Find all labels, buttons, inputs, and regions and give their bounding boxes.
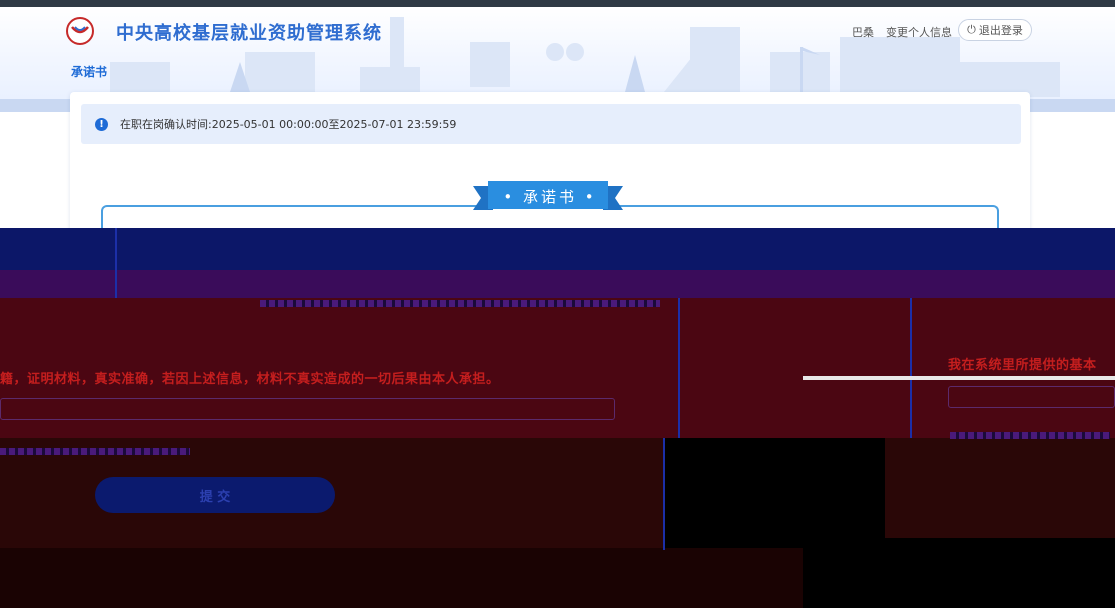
notice-text: 在职在岗确认时间:2025-05-01 00:00:00至2025-07-01 …: [120, 118, 457, 131]
date-field[interactable]: [948, 386, 1115, 408]
logout-button[interactable]: ⏻ 退出登录: [958, 19, 1032, 41]
university-emblem-icon: [66, 17, 94, 45]
power-icon: ⏻: [967, 23, 976, 36]
tab-commitment-letter[interactable]: 承诺书: [71, 63, 107, 80]
statement-text-left: 籍，证明材料，真实准确，若因上述信息，材料不真实造成的一切后果由本人承担。: [0, 372, 500, 387]
app-title: 中央高校基层就业资助管理系统: [116, 23, 382, 44]
signature-field[interactable]: [0, 398, 615, 420]
info-icon: !: [95, 117, 108, 131]
corrupted-render-region: 籍，证明材料，真实准确，若因上述信息，材料不真实造成的一切后果由本人承担。 我在…: [0, 228, 1115, 608]
logout-label: 退出登录: [978, 24, 1023, 37]
top-edge-bar: [0, 0, 1115, 7]
statement-text-right: 我在系统里所提供的基本: [948, 358, 1097, 373]
letter-title: • 承诺书 •: [503, 187, 597, 206]
bottom-edge: [803, 376, 1115, 380]
user-name: 巴桑: [852, 26, 874, 39]
submit-button[interactable]: 提 交: [95, 477, 335, 513]
edit-profile-link[interactable]: 变更个人信息: [886, 24, 952, 40]
notice-banner: ! 在职在岗确认时间:2025-05-01 00:00:00至2025-07-0…: [81, 104, 1021, 144]
